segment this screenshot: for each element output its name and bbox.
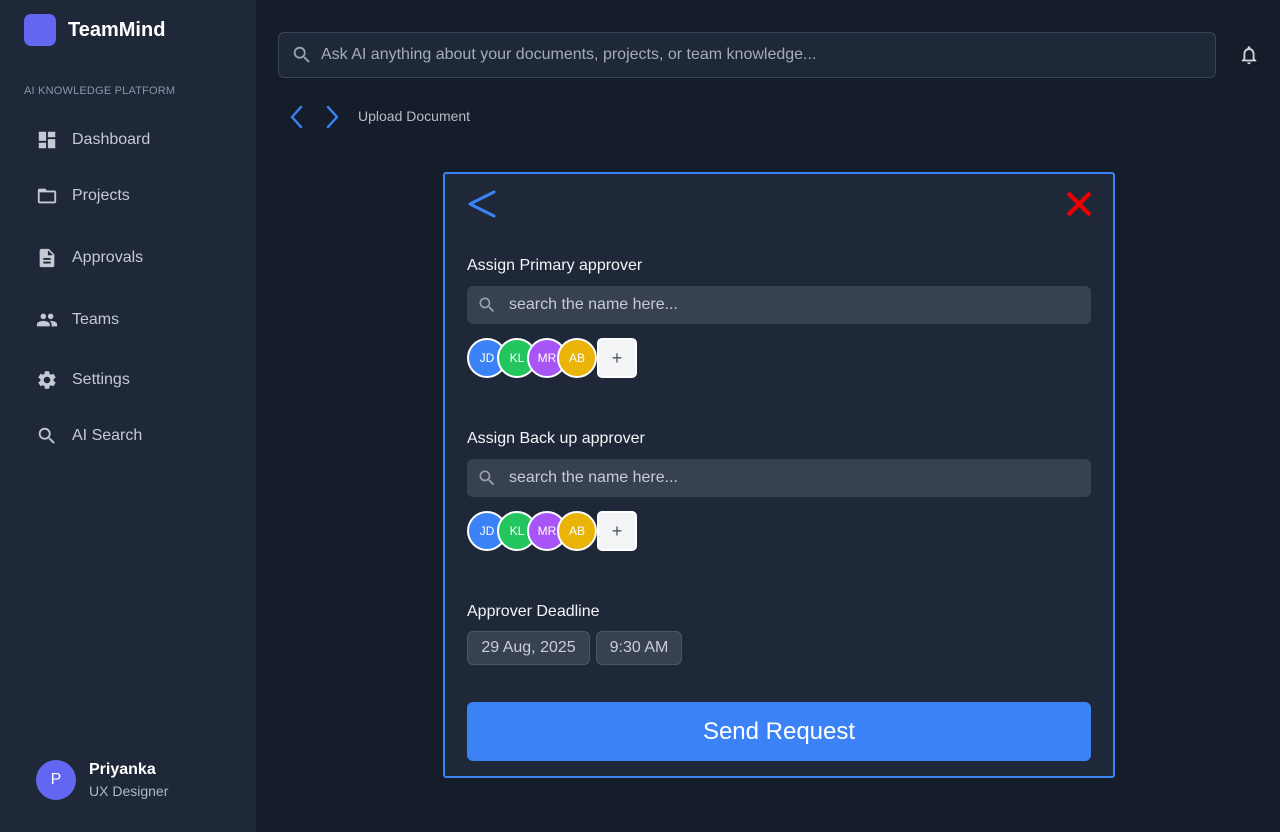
- brand[interactable]: TeamMind: [24, 14, 165, 46]
- breadcrumb: Upload Document: [358, 108, 471, 124]
- sidebar-item-label: AI Search: [72, 427, 143, 444]
- backup-approver-label: Assign Back up approver: [467, 430, 645, 447]
- sidebar-item-label: Teams: [72, 311, 120, 328]
- sidebar-item-settings[interactable]: Settings: [36, 368, 130, 392]
- primary-approver-label: Assign Primary approver: [467, 257, 643, 274]
- folder-icon: [37, 188, 57, 204]
- approver-avatar[interactable]: AB: [557, 511, 597, 551]
- primary-approver-avatars: JD KL MR AB +: [467, 338, 667, 378]
- sidebar-item-teams[interactable]: Teams: [36, 308, 119, 332]
- close-icon: [1066, 191, 1092, 217]
- sidebar: TeamMind AI KNOWLEDGE PLATFORM Dashboard…: [0, 0, 256, 832]
- backup-approver-avatars: JD KL MR AB +: [467, 511, 667, 551]
- chevron-left-icon: [468, 190, 496, 218]
- sidebar-item-projects[interactable]: Projects: [36, 184, 130, 208]
- approver-avatar[interactable]: AB: [557, 338, 597, 378]
- deadline-label: Approver Deadline: [467, 603, 600, 620]
- primary-approver-search-input[interactable]: [509, 296, 1091, 314]
- send-request-button[interactable]: Send Request: [467, 702, 1091, 761]
- sidebar-item-approvals[interactable]: Approvals: [36, 246, 143, 270]
- section-label: AI KNOWLEDGE PLATFORM: [24, 85, 176, 97]
- user-profile[interactable]: P Priyanka UX Designer: [36, 760, 168, 800]
- dashboard-icon: [38, 131, 56, 149]
- document-icon: [39, 248, 55, 268]
- backup-approver-search-input[interactable]: [509, 469, 1091, 487]
- search-icon: [479, 470, 495, 486]
- notifications-button[interactable]: [1238, 44, 1260, 66]
- deadline-date-picker[interactable]: 29 Aug, 2025: [467, 631, 590, 665]
- brand-logo: [24, 14, 56, 46]
- user-role: UX Designer: [89, 783, 169, 799]
- sidebar-item-dashboard[interactable]: Dashboard: [36, 128, 150, 152]
- approver-modal: Assign Primary approver JD KL MR AB + As…: [443, 172, 1115, 778]
- modal-back-button[interactable]: [466, 188, 498, 220]
- history-forward-button[interactable]: [320, 104, 344, 130]
- search-icon: [38, 427, 55, 444]
- sidebar-item-label: Settings: [72, 371, 130, 388]
- add-primary-approver-button[interactable]: +: [597, 338, 637, 378]
- global-search-bar[interactable]: [278, 32, 1216, 78]
- deadline-time-picker[interactable]: 9:30 AM: [596, 631, 682, 665]
- sidebar-item-label: Projects: [72, 187, 130, 204]
- bell-icon: [1241, 46, 1257, 65]
- search-icon: [479, 297, 495, 313]
- user-name: Priyanka: [89, 761, 156, 778]
- people-icon: [36, 313, 58, 327]
- add-backup-approver-button[interactable]: +: [597, 511, 637, 551]
- gear-icon: [38, 371, 56, 389]
- chevron-right-icon: [326, 105, 339, 129]
- sidebar-item-ai-search[interactable]: AI Search: [36, 424, 142, 448]
- sidebar-item-label: Dashboard: [72, 131, 151, 148]
- chevron-left-icon: [290, 105, 303, 129]
- avatar: P: [36, 760, 76, 800]
- global-search-input[interactable]: [321, 46, 1215, 64]
- history-back-button[interactable]: [285, 104, 309, 130]
- sidebar-item-label: Approvals: [72, 249, 144, 266]
- backup-approver-search[interactable]: [467, 459, 1091, 497]
- search-icon: [293, 46, 310, 63]
- modal-close-button[interactable]: [1063, 188, 1095, 220]
- app-name: TeamMind: [68, 18, 166, 41]
- primary-approver-search[interactable]: [467, 286, 1091, 324]
